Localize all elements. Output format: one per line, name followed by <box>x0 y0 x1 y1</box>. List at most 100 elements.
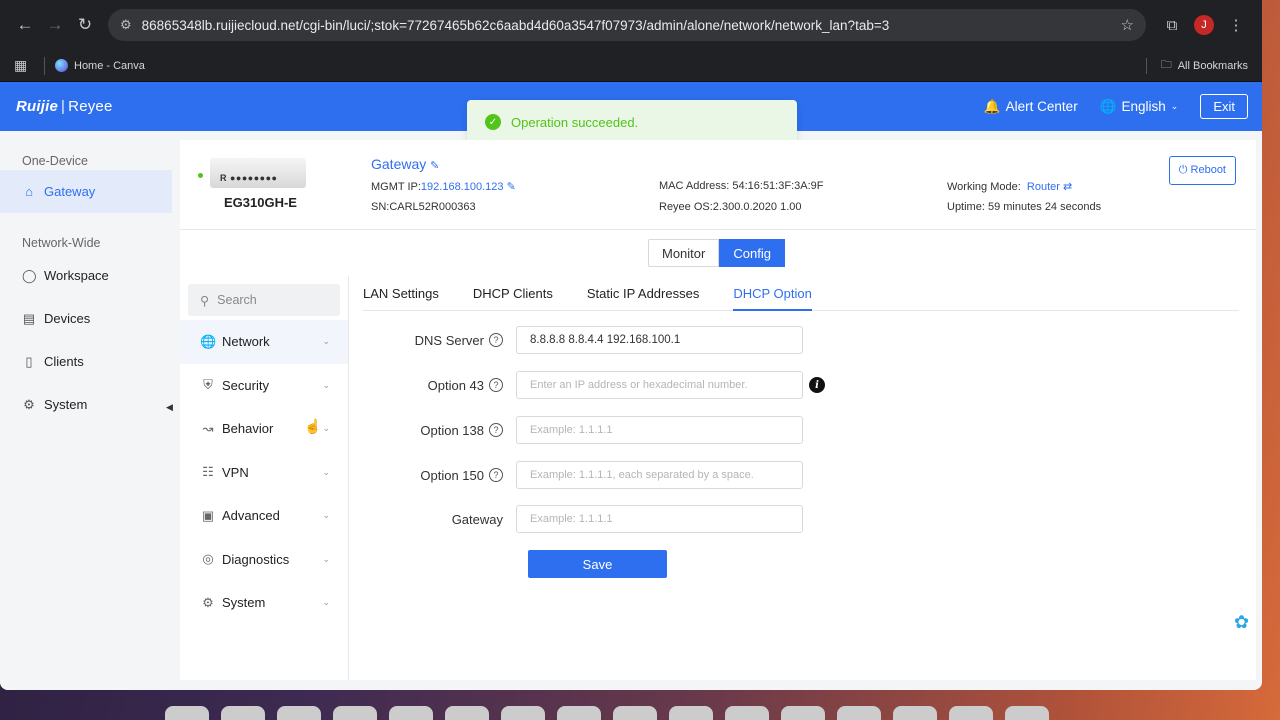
bookmark-canva[interactable]: Home - Canva <box>55 59 145 72</box>
dock-app-icon[interactable] <box>725 706 769 720</box>
apps-grid-icon[interactable]: ▦ <box>14 57 36 74</box>
tab-dhcp-option[interactable]: DHCP Option <box>733 276 812 311</box>
menu-item-vpn[interactable]: ☷ VPN ⌄ <box>180 451 348 495</box>
dns-server-input[interactable]: 8.8.8.8 8.8.4.4 192.168.100.1 <box>516 326 803 354</box>
assistant-icon[interactable]: ✿ <box>1234 612 1256 648</box>
menu-icon[interactable]: ⋮ <box>1220 10 1252 40</box>
dock-app-icon[interactable] <box>557 706 601 720</box>
gateway-input[interactable]: Example: 1.1.1.1 <box>516 505 803 533</box>
menu-item-diagnostics[interactable]: ◎ Diagnostics ⌄ <box>180 538 348 582</box>
config-button[interactable]: Config <box>719 239 785 267</box>
dock-app-icon[interactable] <box>445 706 489 720</box>
bookmark-star-icon[interactable]: ☆ <box>1121 16 1134 34</box>
all-bookmarks-label: All Bookmarks <box>1177 59 1248 72</box>
tab-static-ip[interactable]: Static IP Addresses <box>587 276 700 310</box>
os-dock <box>160 706 1100 720</box>
all-bookmarks[interactable]: 🗀 All Bookmarks <box>1145 56 1248 75</box>
uptime: Uptime: 59 minutes 24 seconds <box>947 201 1102 213</box>
language-select[interactable]: 🌐 English ⌄ <box>1100 99 1179 115</box>
clients-icon: ▯ <box>25 353 33 369</box>
nav-item-gateway[interactable]: ⌂ Gateway <box>0 170 172 213</box>
divider <box>1145 57 1147 74</box>
save-button[interactable]: Save <box>528 550 667 578</box>
reboot-label: Reboot <box>1190 164 1226 176</box>
divider <box>44 56 45 75</box>
dock-app-icon[interactable] <box>949 706 993 720</box>
dock-app-icon[interactable] <box>221 706 265 720</box>
chevron-down-icon: ⌄ <box>322 510 330 521</box>
nav-item-devices[interactable]: ▤ Devices <box>0 297 172 340</box>
nav-item-label: Workspace <box>44 268 109 283</box>
reload-icon[interactable]: ↻ <box>70 10 100 40</box>
chevron-down-icon: ⌄ <box>322 379 330 390</box>
monitor-button[interactable]: Monitor <box>648 239 720 267</box>
help-icon[interactable]: ? <box>489 468 503 482</box>
info-icon[interactable]: i <box>809 377 825 393</box>
tab-lan-settings[interactable]: LAN Settings <box>363 276 439 310</box>
reboot-button[interactable]: ⏻ Reboot <box>1168 156 1236 185</box>
tab-bar: LAN Settings DHCP Clients Static IP Addr… <box>363 276 1239 311</box>
edit-icon[interactable]: ✎ <box>430 160 439 172</box>
nav-item-system[interactable]: ⚙ System <box>0 383 172 426</box>
menu-item-advanced[interactable]: ▣ Advanced ⌄ <box>180 494 348 538</box>
online-status-dot <box>198 173 203 178</box>
dock-app-icon[interactable] <box>165 706 209 720</box>
menu-item-network[interactable]: 🌐 Network ⌄ <box>180 320 348 364</box>
menu-item-behavior[interactable]: ↝ Behavior ⌄ <box>180 407 348 451</box>
nav-item-workspace[interactable]: ◯ Workspace <box>0 254 172 297</box>
dock-app-icon[interactable] <box>389 706 433 720</box>
menu-item-system[interactable]: ⚙ System ⌄ <box>180 581 348 625</box>
option150-input[interactable]: Example: 1.1.1.1, each separated by a sp… <box>516 461 803 489</box>
back-icon[interactable]: ← <box>10 10 40 40</box>
working-mode-value[interactable]: Router <box>1027 181 1060 193</box>
dock-app-icon[interactable] <box>501 706 545 720</box>
help-icon[interactable]: ? <box>489 333 503 347</box>
dock-app-icon[interactable] <box>613 706 657 720</box>
main-panel: R ●●●●●●●● EG310GH-E Gateway ✎ MGMT IP:1… <box>180 140 1256 680</box>
home-icon: ⌂ <box>25 184 33 199</box>
menu-item-label: VPN <box>222 464 249 480</box>
dock-app-icon[interactable] <box>333 706 377 720</box>
help-icon[interactable]: ? <box>489 423 503 437</box>
tab-dhcp-clients[interactable]: DHCP Clients <box>473 276 553 310</box>
device-logo-letter: R <box>220 173 227 183</box>
menu-item-label: System <box>222 595 266 611</box>
workspace-icon: ◯ <box>22 267 37 283</box>
switch-icon[interactable]: ⇄ <box>1063 181 1072 193</box>
alert-center-link[interactable]: 🔔 Alert Center <box>984 99 1078 115</box>
device-model: EG310GH-E <box>224 195 297 210</box>
option138-input[interactable]: Example: 1.1.1.1 <box>516 416 803 444</box>
section-label: Network-Wide <box>22 236 101 250</box>
profile-button[interactable]: J <box>1188 10 1220 40</box>
site-settings-icon[interactable]: ⚙ <box>120 17 132 33</box>
address-bar[interactable]: ⚙ 86865348lb.ruijiecloud.net/cgi-bin/luc… <box>108 9 1146 41</box>
exit-button[interactable]: Exit <box>1200 94 1248 119</box>
nav-item-clients[interactable]: ▯ Clients <box>0 340 172 383</box>
caret-left-icon: ◀ <box>166 402 173 412</box>
bell-icon: 🔔 <box>983 98 1001 114</box>
help-icon[interactable]: ? <box>489 378 503 392</box>
device-name[interactable]: Gateway ✎ <box>371 156 439 172</box>
forward-icon[interactable]: → <box>40 10 70 40</box>
search-input[interactable]: ⚲ Search <box>188 284 340 316</box>
extensions-icon[interactable]: ⧉ <box>1156 10 1188 40</box>
dock-app-icon[interactable] <box>781 706 825 720</box>
menu-item-security[interactable]: ⛨ Security ⌄ <box>180 364 348 408</box>
chevron-down-icon: ⌄ <box>322 597 330 608</box>
dns-server-row: DNS Server? 8.8.8.8 8.8.4.4 192.168.100.… <box>363 326 803 354</box>
mouse-cursor-icon: ☝ <box>304 418 322 434</box>
menu-item-label: Behavior <box>222 421 274 437</box>
dock-app-icon[interactable] <box>277 706 321 720</box>
edit-icon[interactable]: ✎ <box>507 181 516 193</box>
dock-app-icon[interactable] <box>837 706 881 720</box>
option43-input[interactable]: Enter an IP address or hexadecimal numbe… <box>516 371 803 399</box>
dns-server-label: DNS Server <box>414 332 484 348</box>
dock-app-icon[interactable] <box>893 706 937 720</box>
dock-app-icon[interactable] <box>1005 706 1049 720</box>
url-text: 86865348lb.ruijiecloud.net/cgi-bin/luci/… <box>141 17 890 33</box>
dock-app-icon[interactable] <box>669 706 713 720</box>
globe-icon: 🌐 <box>200 333 217 349</box>
section-label: One-Device <box>22 154 88 168</box>
device-image: R ●●●●●●●● <box>210 158 306 188</box>
bookmarks-bar: ▦ Home - Canva 🗀 All Bookmarks <box>0 50 1262 82</box>
